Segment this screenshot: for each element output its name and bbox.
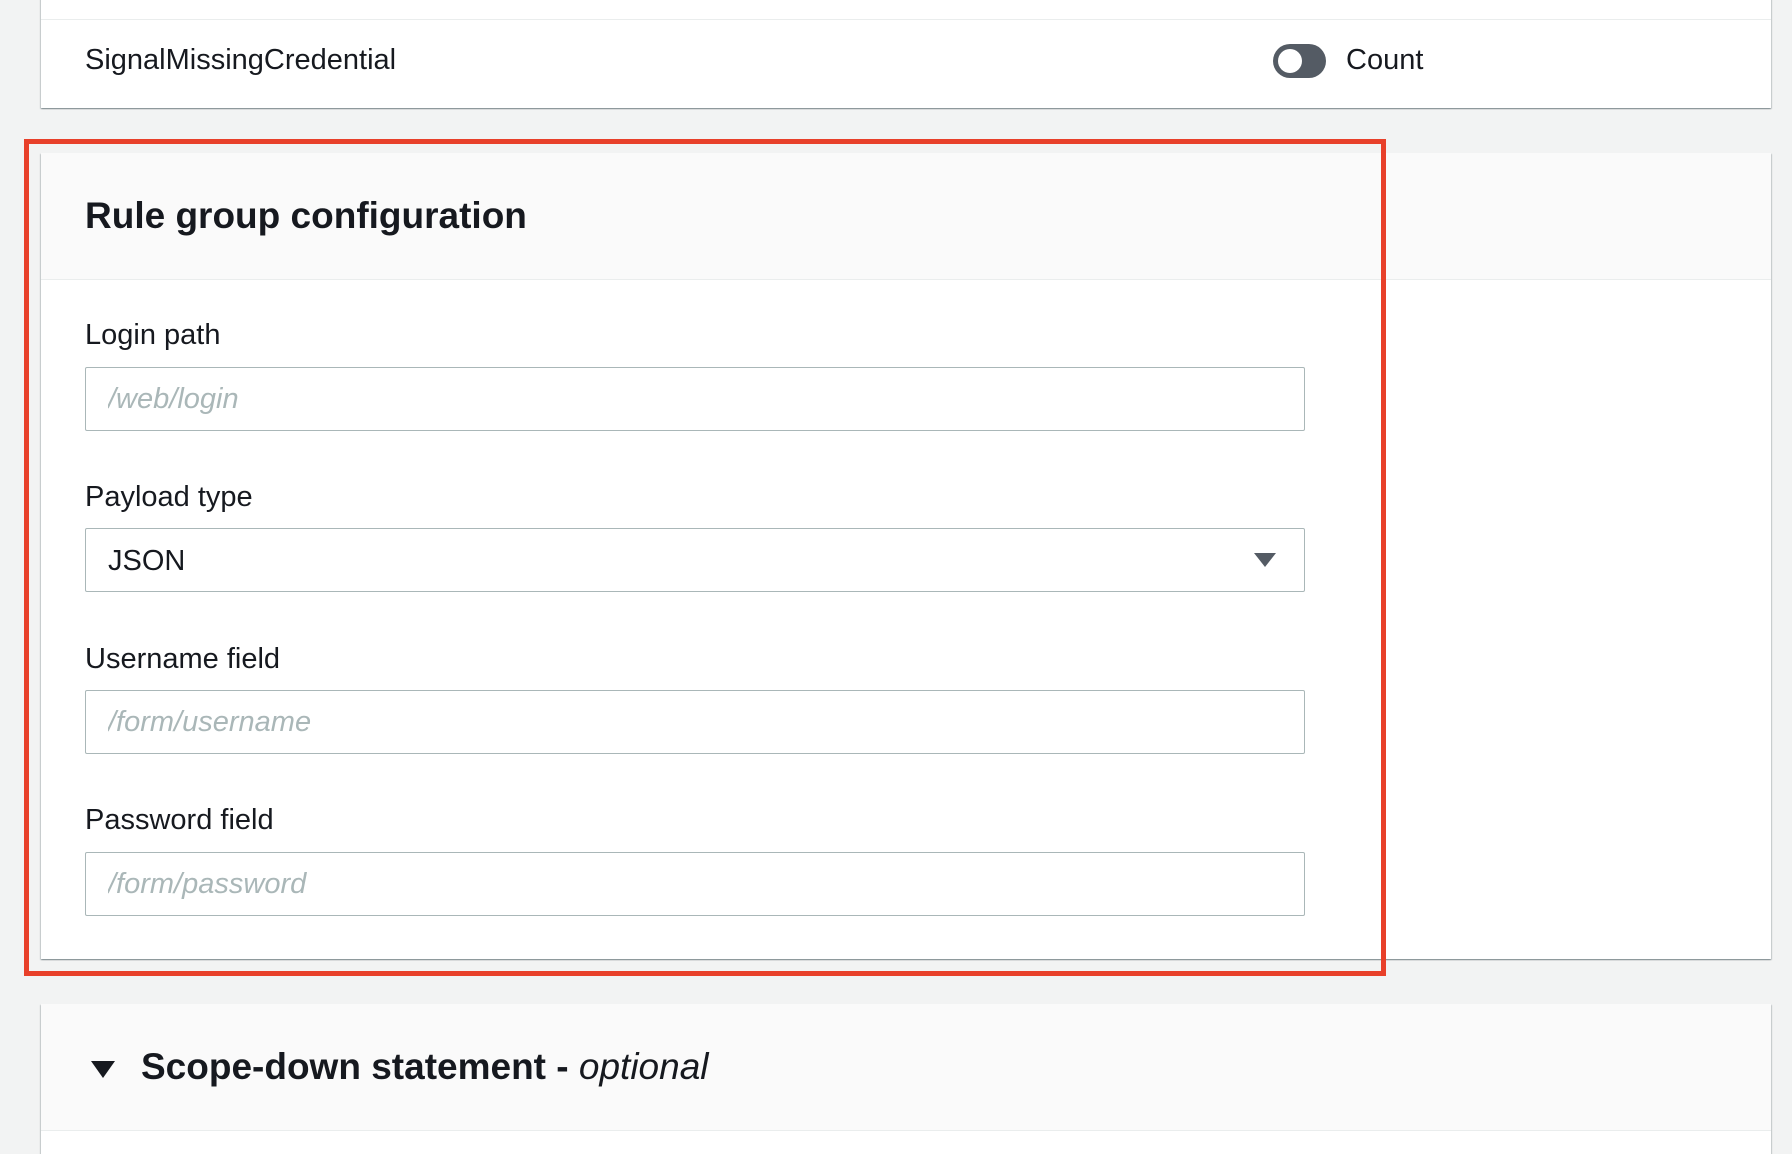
scope-down-panel: Scope-down statement - optional [41, 1004, 1771, 1154]
password-field-label: Password field [85, 804, 274, 836]
config-panel-title: Rule group configuration [85, 195, 527, 236]
triangle-down-icon [91, 1061, 115, 1078]
username-field-label: Username field [85, 643, 281, 675]
rule-row-panel: SignalMissingCredential Count [41, 0, 1771, 108]
payload-type-select[interactable]: JSON [85, 528, 1305, 592]
payload-type-label: Payload type [85, 481, 253, 513]
rule-group-configuration-panel: Rule group configuration Login path Payl… [41, 153, 1771, 959]
count-toggle-label: Count [1346, 44, 1424, 76]
toggle-knob [1278, 49, 1302, 73]
rule-name: SignalMissingCredential [85, 44, 397, 76]
count-toggle[interactable] [1273, 44, 1326, 78]
scope-down-title-text: Scope-down statement [141, 1046, 546, 1087]
login-path-label: Login path [85, 319, 221, 351]
login-path-input[interactable] [85, 367, 1305, 431]
password-field-input[interactable] [85, 852, 1305, 916]
username-field-input[interactable] [85, 690, 1305, 754]
divider [41, 19, 1771, 20]
config-panel-header: Rule group configuration [41, 153, 1771, 280]
scope-down-separator: - [546, 1046, 579, 1087]
payload-type-selected-value: JSON [108, 545, 186, 577]
scope-down-title: Scope-down statement - optional [141, 1046, 709, 1088]
scope-down-qualifier: optional [578, 1046, 709, 1087]
scope-down-header[interactable]: Scope-down statement - optional [41, 1004, 1771, 1131]
caret-down-icon [1254, 553, 1276, 567]
page: SignalMissingCredential Count Rule group… [0, 0, 1792, 1154]
